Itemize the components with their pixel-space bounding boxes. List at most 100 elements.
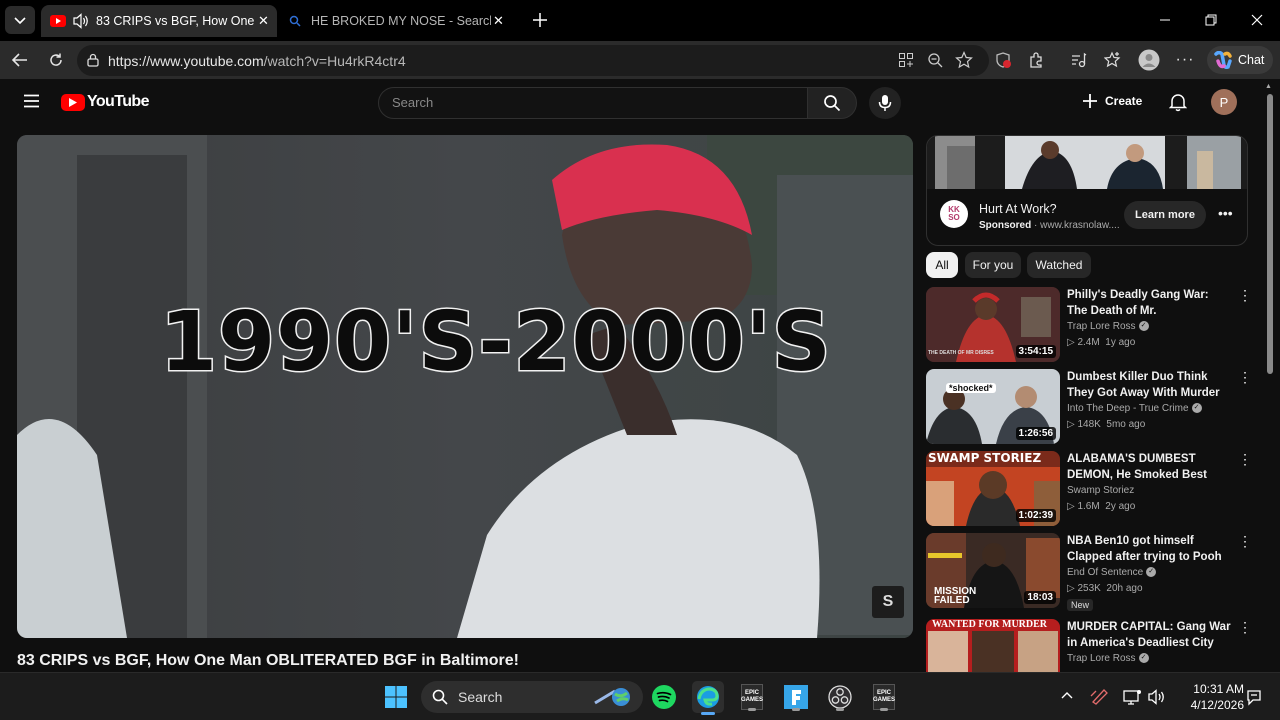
- epic-games-icon[interactable]: EPIC GAMES: [868, 681, 900, 713]
- chip-for-you[interactable]: For you: [965, 252, 1021, 278]
- ad-sponsor-line: Sponsored · www.krasnolaw....: [979, 220, 1120, 231]
- youtube-logo[interactable]: YouTube: [61, 93, 149, 111]
- more-menu-icon[interactable]: ···: [1172, 48, 1198, 72]
- spotify-icon[interactable]: [648, 681, 680, 713]
- media-control-icon[interactable]: [1065, 48, 1091, 72]
- video-meta: ▷ 2.4M 1y ago: [1067, 337, 1135, 348]
- running-indicator: [836, 708, 844, 711]
- recommendation-item[interactable]: MISSION FAILED 18:03 NBA Ben10 got himse…: [926, 533, 1256, 611]
- ad-title: Hurt At Work?: [979, 202, 1057, 216]
- chip-label: Watched: [1035, 258, 1083, 272]
- more-options-icon[interactable]: ⋮: [1238, 287, 1252, 304]
- thumbnail-caption: THE DEATH OF MR DISRES: [928, 350, 994, 356]
- video-thumbnail: *shocked* 1:26:56: [926, 369, 1060, 444]
- hamburger-menu-icon[interactable]: [23, 94, 41, 113]
- show-hidden-icons-chevron-icon[interactable]: [1060, 689, 1074, 708]
- create-button[interactable]: Create: [1082, 93, 1142, 109]
- thumbnail-caption: WANTED FOR MURDER: [932, 619, 1047, 630]
- tray-pen-icon[interactable]: [1090, 687, 1110, 710]
- close-tab-icon[interactable]: ✕: [258, 13, 269, 29]
- favorite-star-icon[interactable]: [955, 51, 973, 74]
- video-thumbnail: THE DEATH OF MR DISRES 3:54:15: [926, 287, 1060, 362]
- duration-badge: 1:02:39: [1015, 509, 1056, 522]
- chip-label: For you: [972, 258, 1014, 272]
- tab-title: 83 CRIPS vs BGF, How One Ma: [96, 14, 254, 28]
- video-thumbnail: SWAMP STORIEZ 1:02:39: [926, 451, 1060, 526]
- search-button[interactable]: [807, 87, 857, 119]
- notifications-bell-icon[interactable]: [1168, 92, 1188, 117]
- clock[interactable]: 10:31 AM 4/12/2026: [1176, 681, 1244, 713]
- learn-more-button[interactable]: Learn more: [1124, 201, 1206, 229]
- profile-avatar-icon[interactable]: [1136, 48, 1162, 72]
- tab-youtube-video[interactable]: 83 CRIPS vs BGF, How One Ma ✕: [41, 5, 277, 37]
- network-icon[interactable]: [1122, 688, 1142, 711]
- more-options-icon[interactable]: ⋮: [1238, 451, 1252, 468]
- collections-star-icon[interactable]: [1100, 48, 1126, 72]
- url-host: https://www.youtube.com: [108, 53, 264, 69]
- fortnite-icon[interactable]: [780, 681, 812, 713]
- more-options-icon[interactable]: ⋮: [1238, 369, 1252, 386]
- clock-time: 10:31 AM: [1193, 682, 1244, 696]
- tab-search[interactable]: HE BROKED MY NOSE - Search ✕: [279, 5, 519, 37]
- url-path: /watch?v=Hu4rkR4ctr4: [263, 53, 406, 69]
- channel-name-text: Trap Lore Ross: [1067, 653, 1136, 664]
- notification-center-icon[interactable]: [1246, 688, 1262, 711]
- video-thumbnail: WANTED FOR MURDER: [926, 619, 1060, 672]
- view-count: 253K: [1077, 583, 1101, 594]
- browser-tab-strip: 83 CRIPS vs BGF, How One Ma ✕ HE BROKED …: [0, 0, 1280, 41]
- upload-age: 5mo ago: [1106, 419, 1146, 430]
- close-window-icon[interactable]: [1234, 0, 1280, 40]
- recommendation-item[interactable]: THE DEATH OF MR DISRES 3:54:15 Philly's …: [926, 287, 1256, 363]
- chip-all[interactable]: All: [926, 252, 958, 278]
- verified-check-icon: ✓: [1138, 653, 1149, 664]
- channel-name: Swamp Storiez: [1067, 485, 1134, 496]
- obs-studio-icon[interactable]: [824, 681, 856, 713]
- page-scrollbar-thumb[interactable]: [1267, 94, 1273, 374]
- ad-more-options-icon[interactable]: •••: [1218, 205, 1233, 221]
- audio-playing-icon[interactable]: [72, 13, 90, 29]
- channel-name: End Of Sentence ✓: [1067, 567, 1157, 578]
- channel-name-text: Swamp Storiez: [1067, 485, 1135, 496]
- volume-icon[interactable]: [1147, 688, 1167, 711]
- new-tab-plus-icon[interactable]: [525, 6, 555, 34]
- account-avatar[interactable]: P: [1211, 89, 1237, 115]
- recommendation-item[interactable]: WANTED FOR MURDER MURDER CAPITAL: Gang W…: [926, 619, 1256, 672]
- recommendation-item[interactable]: SWAMP STORIEZ 1:02:39 ALABAMA'S DUMBEST …: [926, 451, 1256, 527]
- extension-shield-icon[interactable]: [990, 48, 1016, 72]
- back-arrow-icon[interactable]: [7, 48, 33, 72]
- epic-games-launcher-icon[interactable]: EPIC GAMES: [736, 681, 768, 713]
- restore-icon[interactable]: [1188, 0, 1234, 40]
- search-highlight-globe-icon: [593, 685, 633, 709]
- more-options-icon[interactable]: ⋮: [1238, 619, 1252, 636]
- edge-browser-icon[interactable]: [692, 681, 724, 715]
- extensions-puzzle-icon[interactable]: [1023, 48, 1049, 72]
- voice-search-button[interactable]: [869, 87, 901, 119]
- site-info-icon[interactable]: [86, 53, 100, 72]
- close-tab-icon[interactable]: ✕: [493, 13, 504, 29]
- new-badge: New: [1067, 599, 1094, 611]
- more-options-icon[interactable]: ⋮: [1238, 533, 1252, 550]
- zoom-icon[interactable]: [927, 52, 943, 73]
- youtube-page: YouTube Search Create P 1990'S-2000'S S …: [5, 80, 1275, 672]
- copilot-chat-button[interactable]: Chat: [1207, 46, 1273, 74]
- refresh-icon[interactable]: [43, 48, 69, 72]
- url-text: https://www.youtube.com/watch?v=Hu4rkR4c…: [108, 53, 406, 69]
- tab-actions-chevron-icon[interactable]: [5, 6, 35, 34]
- app-available-icon[interactable]: [898, 52, 914, 73]
- search-icon: [432, 689, 448, 705]
- recommendation-item[interactable]: *shocked* 1:26:56 Dumbest Killer Duo Thi…: [926, 369, 1256, 445]
- search-input[interactable]: Search: [378, 87, 808, 119]
- thumbnail-caption: MISSION FAILED: [934, 586, 977, 606]
- copilot-icon: [1213, 51, 1233, 69]
- address-bar[interactable]: https://www.youtube.com/watch?v=Hu4rkR4c…: [77, 45, 989, 76]
- video-meta: ▷ 253K 20h ago: [1067, 583, 1143, 594]
- sponsored-ad-card[interactable]: KK SO Hurt At Work? Sponsored · www.kras…: [926, 135, 1248, 246]
- chip-watched[interactable]: Watched: [1027, 252, 1091, 278]
- recommendation-title: Philly's Deadly Gang War: The Death of M…: [1067, 289, 1209, 317]
- recommendation-title: Dumbest Killer Duo Think They Got Away W…: [1067, 371, 1220, 399]
- taskbar-search-box[interactable]: Search: [421, 681, 643, 713]
- windows-start-icon[interactable]: [380, 681, 412, 713]
- video-player[interactable]: 1990'S-2000'S S: [17, 135, 913, 638]
- scrollbar-up-arrow-icon[interactable]: ▲: [1265, 83, 1272, 90]
- minimize-icon[interactable]: [1142, 0, 1188, 40]
